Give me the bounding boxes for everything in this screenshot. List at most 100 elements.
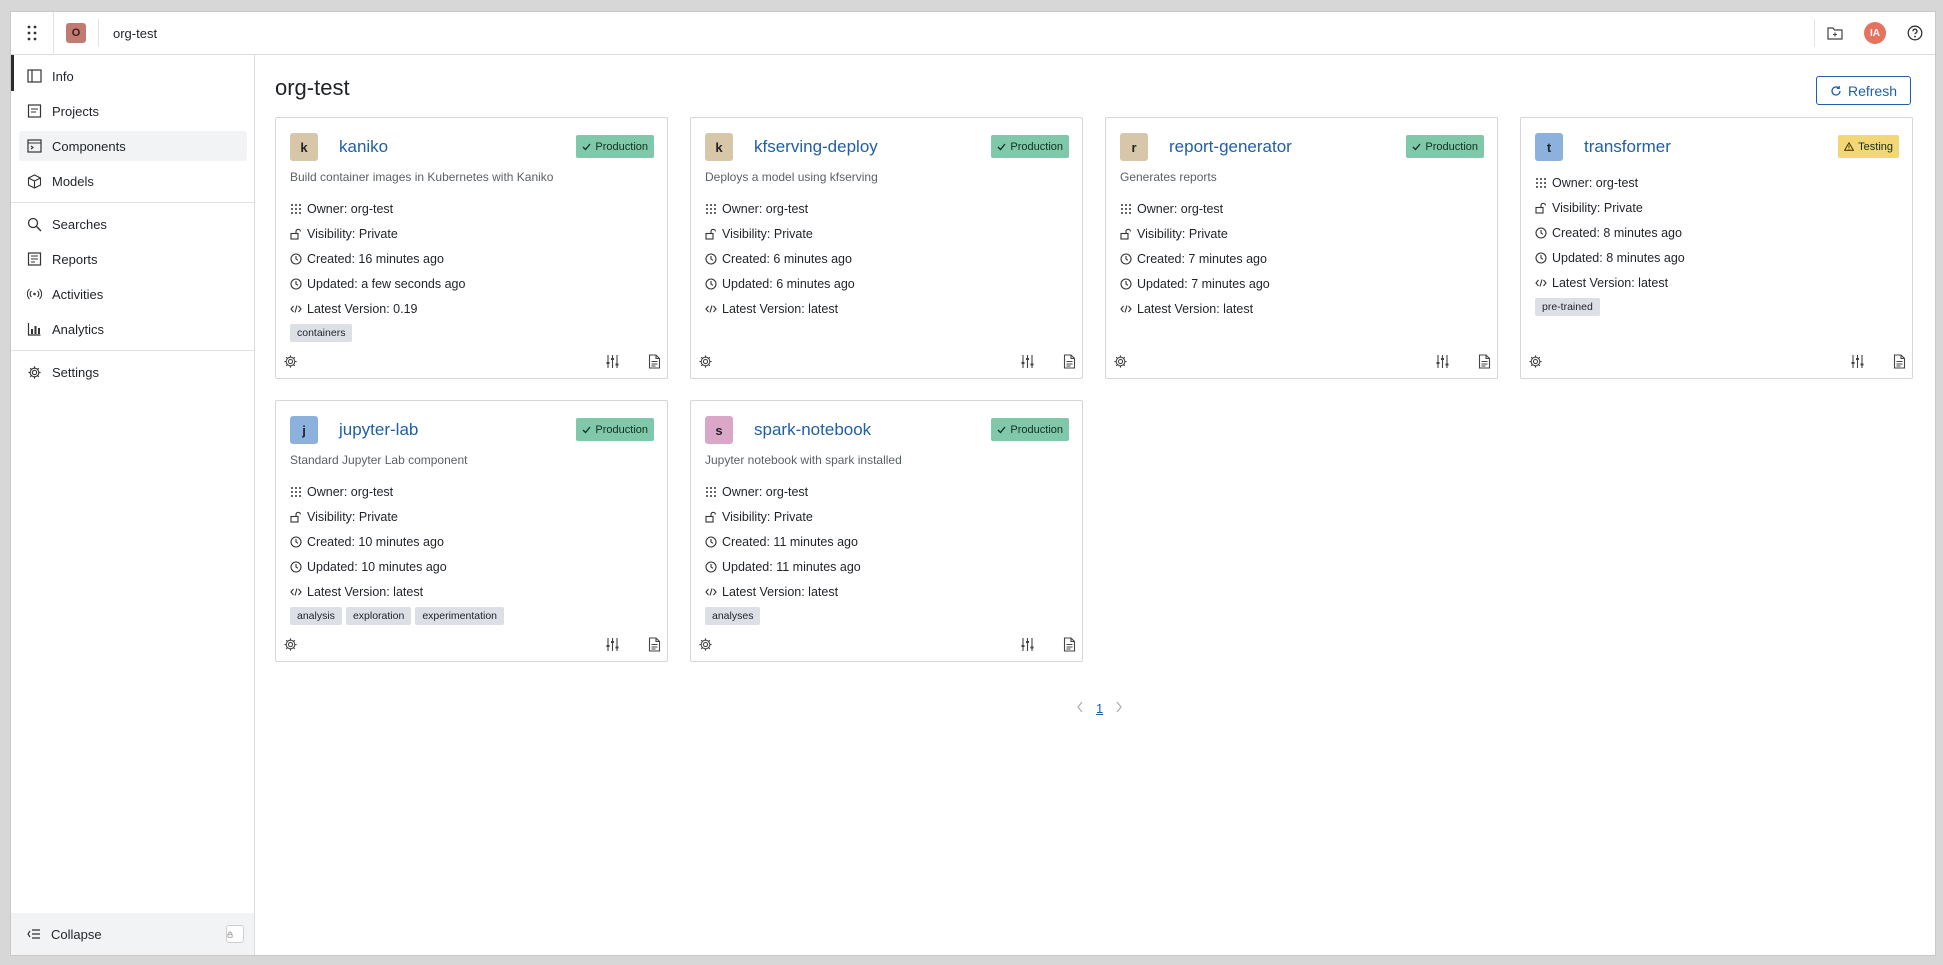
- tag[interactable]: experimentation: [415, 607, 505, 625]
- visibility-text: Visibility: Private: [722, 510, 813, 524]
- sidebar: Info Projects Components Models Searches…: [11, 55, 255, 955]
- tag[interactable]: analysis: [290, 607, 342, 625]
- app-switcher-button[interactable]: [11, 12, 53, 55]
- created-text: Created: 8 minutes ago: [1552, 226, 1682, 240]
- card-settings-button[interactable]: [283, 637, 298, 657]
- tag[interactable]: containers: [290, 324, 353, 342]
- version-row: Latest Version: latest: [705, 584, 838, 600]
- sidebar-item-models[interactable]: Models: [19, 166, 247, 196]
- card-config-button[interactable]: [1850, 354, 1865, 374]
- unlock-icon: [705, 511, 716, 523]
- card-docs-button[interactable]: [1063, 354, 1076, 374]
- owner-text: Owner: org-test: [1137, 202, 1224, 216]
- clock-icon: [290, 278, 302, 290]
- pagination: 1: [1076, 701, 1123, 716]
- chevron-left-icon: [1077, 701, 1083, 713]
- sliders-icon: [606, 638, 619, 651]
- created-text: Created: 11 minutes ago: [722, 535, 858, 549]
- unlock-icon: [705, 228, 716, 240]
- sidebar-item-label: Info: [52, 68, 74, 84]
- card-title-link[interactable]: transformer: [1584, 137, 1671, 157]
- card-description: Jupyter notebook with spark installed: [705, 453, 902, 467]
- document-icon: [1063, 637, 1076, 652]
- folder-button[interactable]: [1815, 12, 1855, 55]
- tag[interactable]: exploration: [345, 607, 412, 625]
- card-config-button[interactable]: [605, 637, 620, 657]
- card-settings-button[interactable]: [1528, 354, 1543, 374]
- sidebar-item-components[interactable]: Components: [19, 131, 247, 161]
- help-icon: [1907, 25, 1923, 41]
- card-settings-button[interactable]: [1113, 354, 1128, 374]
- code-icon: [1535, 279, 1547, 287]
- card-docs-button[interactable]: [1063, 637, 1076, 657]
- sidebar-item-searches[interactable]: Searches: [19, 209, 247, 239]
- check-icon: [1412, 143, 1421, 150]
- sidebar-item-reports[interactable]: Reports: [19, 244, 247, 274]
- clock-icon: [1120, 278, 1132, 290]
- card-config-button[interactable]: [1020, 637, 1035, 657]
- sidebar-item-label: Reports: [52, 251, 98, 267]
- org-name[interactable]: org-test: [113, 26, 157, 41]
- clock-icon: [1535, 252, 1547, 264]
- updated-row: Updated: a few seconds ago: [290, 276, 465, 292]
- card-title-link[interactable]: report-generator: [1169, 137, 1292, 157]
- card-config-button[interactable]: [1020, 354, 1035, 374]
- component-card[interactable]: k kfserving-deploy Production Deploys a mod…: [690, 117, 1083, 379]
- card-config-button[interactable]: [605, 354, 620, 374]
- user-menu-button[interactable]: IA: [1855, 12, 1895, 55]
- component-card[interactable]: t transformer Testing Owner: org-test Visibi…: [1520, 117, 1913, 379]
- sidebar-item-settings[interactable]: Settings: [19, 357, 247, 387]
- prev-page-button[interactable]: [1076, 701, 1084, 716]
- updated-row: Updated: 7 minutes ago: [1120, 276, 1270, 292]
- card-settings-button[interactable]: [698, 354, 713, 374]
- card-title-link[interactable]: jupyter-lab: [339, 420, 418, 440]
- org-avatar[interactable]: O: [66, 23, 86, 43]
- clock-icon: [290, 253, 302, 265]
- refresh-button[interactable]: Refresh: [1815, 76, 1911, 105]
- collapse-button[interactable]: Collapse: [11, 913, 254, 955]
- card-title-link[interactable]: kaniko: [339, 137, 388, 157]
- card-settings-button[interactable]: [283, 354, 298, 374]
- component-card[interactable]: k kaniko Production Build container images …: [275, 117, 668, 379]
- tag-list: analyses: [705, 607, 761, 625]
- status-badge: Production: [1406, 135, 1484, 158]
- card-config-button[interactable]: [1435, 354, 1450, 374]
- gear-icon: [284, 638, 297, 651]
- gear-icon: [699, 355, 712, 368]
- page-title: org-test: [275, 75, 350, 100]
- component-card[interactable]: s spark-notebook Production Jupyter noteboo…: [690, 400, 1083, 662]
- sidebar-item-projects[interactable]: Projects: [19, 96, 247, 126]
- updated-row: Updated: 10 minutes ago: [290, 559, 447, 575]
- gear-icon: [699, 638, 712, 651]
- updated-row: Updated: 6 minutes ago: [705, 276, 855, 292]
- grid-dots-icon: [1536, 178, 1546, 188]
- sliders-icon: [1851, 355, 1864, 368]
- card-docs-button[interactable]: [648, 637, 661, 657]
- sidebar-item-info[interactable]: Info: [19, 61, 247, 91]
- version-text: Latest Version: latest: [722, 585, 839, 599]
- sidebar-item-activities[interactable]: Activities: [19, 279, 247, 309]
- visibility-text: Visibility: Private: [307, 227, 398, 241]
- owner-text: Owner: org-test: [722, 485, 809, 499]
- sidebar-item-analytics[interactable]: Analytics: [19, 314, 247, 344]
- next-page-button[interactable]: [1115, 701, 1123, 716]
- page-number[interactable]: 1: [1096, 701, 1103, 716]
- card-title-link[interactable]: spark-notebook: [754, 420, 871, 440]
- tag[interactable]: pre-trained: [1535, 298, 1600, 316]
- status-badge: Production: [991, 418, 1069, 441]
- component-card[interactable]: j jupyter-lab Production Standard Jupyter L…: [275, 400, 668, 662]
- grid-dots-icon: [706, 204, 716, 214]
- help-button[interactable]: [1895, 12, 1935, 55]
- tag[interactable]: analyses: [705, 607, 761, 625]
- card-settings-button[interactable]: [698, 637, 713, 657]
- card-docs-button[interactable]: [1478, 354, 1491, 374]
- clock-icon: [705, 278, 717, 290]
- card-title-link[interactable]: kfserving-deploy: [754, 137, 878, 157]
- owner-text: Owner: org-test: [307, 485, 394, 499]
- document-icon: [648, 354, 661, 369]
- component-card[interactable]: r report-generator Production Generates rep…: [1105, 117, 1498, 379]
- card-description: Deploys a model using kfserving: [705, 170, 878, 184]
- card-docs-button[interactable]: [648, 354, 661, 374]
- lock-sidebar-button[interactable]: [226, 925, 244, 943]
- card-docs-button[interactable]: [1893, 354, 1906, 374]
